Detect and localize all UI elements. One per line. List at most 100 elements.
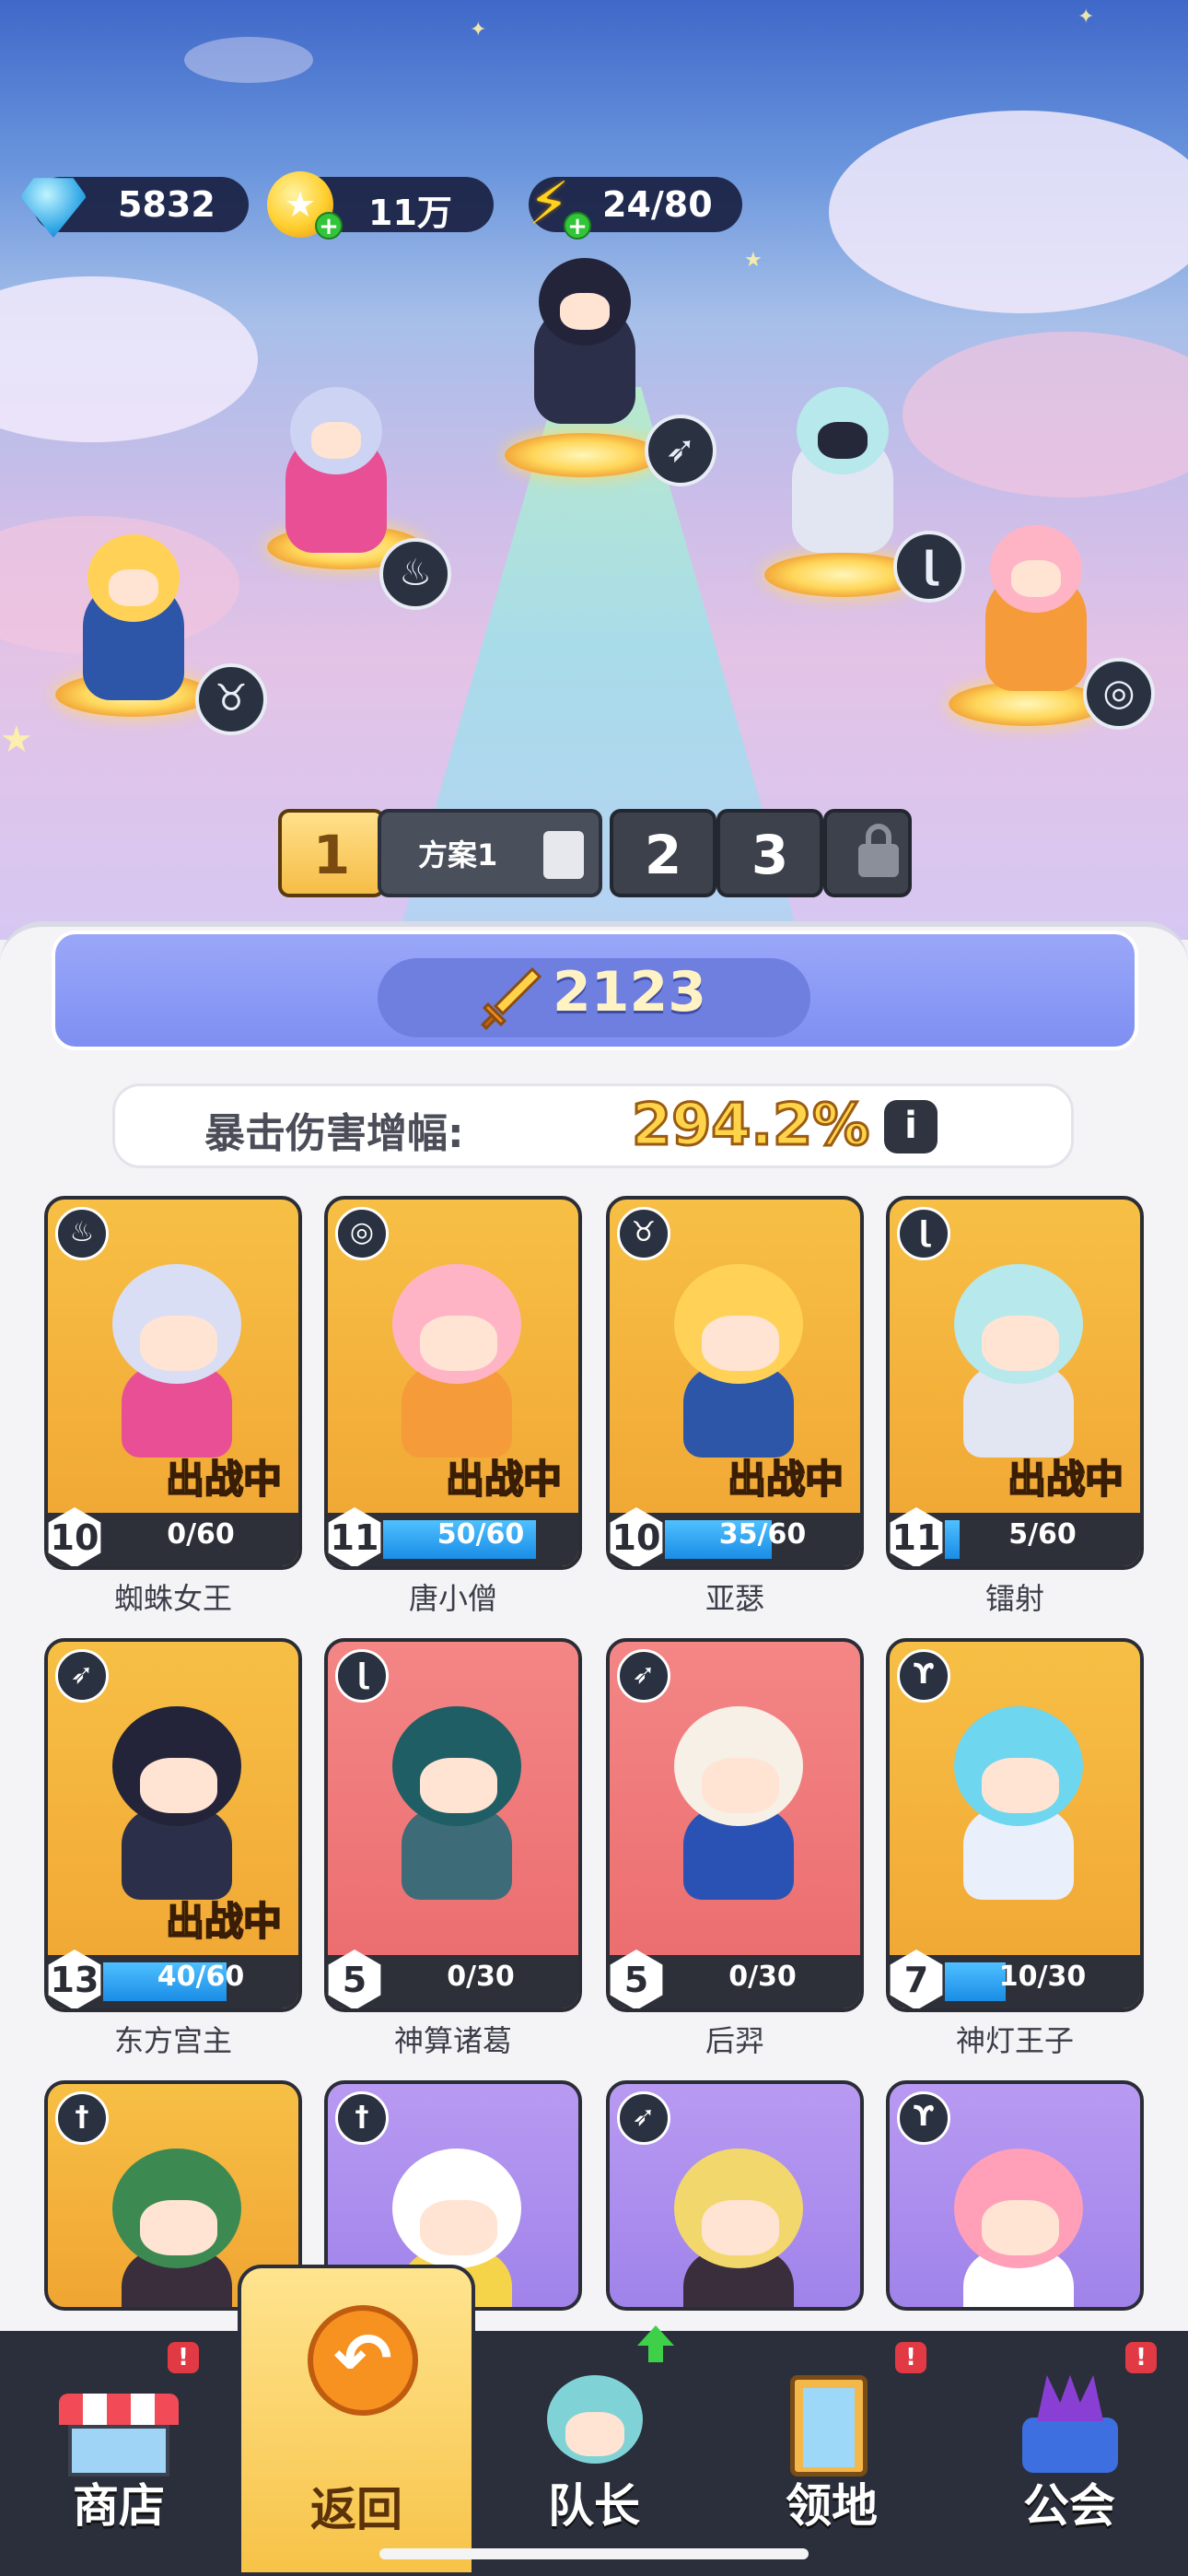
bow-icon: ➶ (617, 1649, 670, 1703)
shard-progress-text: 0/30 (447, 1961, 515, 1993)
gem-counter[interactable]: 5832 (20, 177, 249, 238)
hero-name: 神灯王子 (955, 2023, 1074, 2058)
staff-icon: ɭ (335, 1649, 389, 1703)
hero-portrait (646, 2149, 831, 2307)
hero-portrait (85, 1264, 269, 1458)
hero-east-palace-master[interactable] (516, 258, 654, 433)
hero-card[interactable]: ♨ 出战中 0/60 10 (44, 1196, 302, 1570)
shard-progress-text: 50/60 (437, 1518, 525, 1551)
hero-card[interactable]: ɭ 出战中 5/60 11 (886, 1196, 1144, 1570)
bottom-nav: ! 商店 ↶ 返回 队长 ! 领地 ! 公会 (0, 2265, 1188, 2576)
hero-name: 东方宫主 (113, 2023, 232, 2058)
energy-value: 24/80 (602, 184, 713, 225)
shop-alert-badge: ! (168, 2342, 199, 2373)
hero-card[interactable]: ➶ (606, 2080, 864, 2311)
hero-card[interactable]: ♉ 出战中 35/60 10 (606, 1196, 864, 1570)
ox-icon: ♉ (617, 1207, 670, 1260)
hero-portrait (926, 1706, 1111, 1900)
nav-captain-label: 队长 (548, 2479, 640, 2533)
spiral-icon: ◎ (335, 1207, 389, 1260)
back-arrow-icon: ↶ (300, 2305, 420, 2416)
plan-name-label: 方案1 (418, 837, 498, 872)
add-gold-icon[interactable]: + (315, 212, 343, 240)
hero-portrait (365, 1264, 549, 1458)
home-indicator[interactable] (379, 2548, 809, 2559)
hero-portrait (926, 1264, 1111, 1458)
formation-tab-2[interactable]: 2 (610, 809, 716, 897)
battle-scene: ✦ ✦ ★ ★ ➶ ♨ ♉ ɭ ◎ (0, 0, 1188, 940)
formation-plan-name[interactable]: 方案1 (378, 809, 602, 897)
star-icon: ✦ (470, 18, 487, 41)
sword-icon: † (335, 2091, 389, 2145)
hero-portrait (365, 1706, 549, 1900)
hero-portrait (646, 1706, 831, 1900)
captain-icon (534, 2366, 654, 2476)
upgrade-arrow-icon (637, 2325, 674, 2362)
nav-captain[interactable]: 队长 (475, 2325, 713, 2576)
wings-icon: ϒ (897, 1649, 950, 1703)
shard-progress-text: 0/60 (167, 1518, 235, 1551)
formation-selector: 1 方案1 2 3 (278, 809, 912, 897)
hero-name: 蜘蛛女王 (113, 1581, 232, 1616)
hero-spider-queen[interactable] (267, 387, 405, 562)
deployed-badge: 出战中 (165, 1898, 283, 1945)
cloud (0, 276, 258, 442)
bow-icon: ➶ (645, 415, 716, 486)
deployed-badge: 出战中 (165, 1456, 283, 1503)
formation-tab-locked[interactable] (823, 809, 912, 897)
nav-shop[interactable]: ! 商店 (0, 2331, 238, 2576)
add-energy-icon[interactable]: + (564, 212, 591, 240)
nav-back[interactable]: ↶ 返回 (238, 2265, 475, 2576)
deployed-badge: 出战中 (727, 1456, 844, 1503)
shop-icon (59, 2366, 179, 2476)
deployed-badge: 出战中 (445, 1456, 563, 1503)
wings-icon: ϒ (897, 2091, 950, 2145)
formation-tab-1[interactable]: 1 (278, 809, 385, 897)
guild-alert-badge: ! (1125, 2342, 1157, 2373)
hero-name: 后羿 (705, 2023, 764, 2058)
nav-territory[interactable]: ! 领地 (713, 2331, 950, 2576)
hero-card[interactable]: ɭ 0/30 5 (324, 1638, 582, 2012)
sword-icon (480, 966, 542, 1031)
hero-pad (505, 433, 661, 477)
gold-counter[interactable]: ★ + 11万 (267, 171, 494, 240)
gem-value: 5832 (118, 184, 215, 225)
nav-guild-label: 公会 (1023, 2479, 1115, 2533)
hero-card[interactable]: ϒ (886, 2080, 1144, 2311)
territory-alert-badge: ! (895, 2342, 926, 2373)
spiral-icon: ◎ (1083, 658, 1155, 730)
bow-icon: ➶ (617, 2091, 670, 2145)
hero-card[interactable]: ➶ 出战中 40/60 13 (44, 1638, 302, 2012)
potion-icon: ♨ (55, 1207, 109, 1260)
shard-progress-text: 40/60 (157, 1961, 245, 1993)
cloud (184, 37, 313, 83)
edit-doc-icon[interactable] (543, 831, 584, 879)
gold-value: 11万 (368, 193, 452, 233)
star-icon: ★ (744, 249, 763, 272)
hero-portrait (646, 1264, 831, 1458)
lock-icon (858, 824, 899, 877)
hero-card[interactable]: ➶ 0/30 5 (606, 1638, 864, 2012)
hero-portrait (85, 1706, 269, 1900)
hero-arthur[interactable] (64, 534, 203, 709)
power-value: 2123 (553, 960, 706, 1025)
energy-counter[interactable]: ⚡ + 24/80 (529, 171, 742, 240)
hero-tang-monk[interactable] (967, 525, 1105, 700)
ox-icon: ♉ (195, 663, 267, 735)
hero-card[interactable]: ◎ 出战中 50/60 11 (324, 1196, 582, 1570)
potion-icon: ♨ (379, 538, 451, 610)
hero-name: 镭射 (984, 1581, 1044, 1616)
hero-laser[interactable] (774, 387, 912, 562)
sword-icon: † (55, 2091, 109, 2145)
staff-icon: ɭ (893, 531, 965, 603)
nav-guild[interactable]: ! 公会 (950, 2331, 1188, 2576)
nav-shop-label: 商店 (73, 2479, 165, 2533)
hero-name: 唐小僧 (408, 1581, 497, 1616)
formation-tab-3[interactable]: 3 (716, 809, 823, 897)
shard-progress-text: 0/30 (728, 1961, 797, 1993)
star-icon: ✦ (1077, 6, 1095, 29)
hero-portrait (926, 2149, 1111, 2307)
crit-value: 294.2% (630, 1090, 870, 1160)
info-icon[interactable]: i (884, 1100, 938, 1153)
hero-card[interactable]: ϒ 10/30 7 (886, 1638, 1144, 2012)
